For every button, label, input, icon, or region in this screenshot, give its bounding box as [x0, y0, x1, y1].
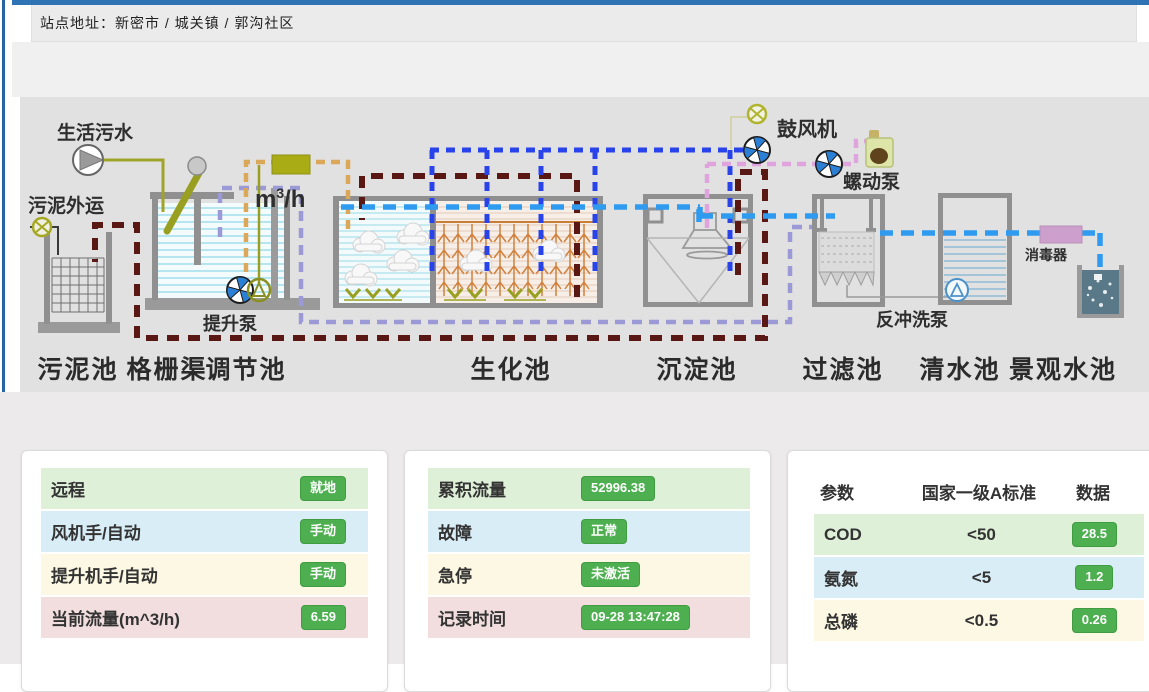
tank-label-screen: 格栅渠: [126, 355, 207, 384]
site-address-breadcrumb: 站点地址：新密市 / 城关镇 / 郭沟社区: [40, 13, 294, 33]
water-quality-card: 参数 国家一级A标准 数据 COD <50 28.5 氨氮 <5 1.2 总磷 …: [787, 450, 1149, 692]
status-table: 累积流量 52996.38 故障 正常 急停 未激活 记录时间 09-28 13…: [428, 468, 750, 640]
standard-value: <50: [908, 525, 1055, 545]
blower-fan-icon: [744, 137, 770, 163]
table-row: 风机手/自动 手动: [41, 511, 368, 554]
row-label: 累积流量: [438, 476, 581, 501]
tank-label-bio: 生化池: [470, 356, 551, 384]
quality-table: 参数 国家一级A标准 数据 COD <50 28.5 氨氮 <5 1.2 总磷 …: [814, 468, 1144, 643]
column-header: 参数: [820, 479, 905, 504]
table-row: COD <50 28.5: [814, 514, 1144, 557]
process-flow-diagram: 生活污水 污泥外运 提升泵 m3/h 鼓风机 螺动泵 反冲洗泵 消毒器 污泥池 …: [20, 97, 1149, 392]
column-header: 数据: [1053, 479, 1133, 504]
status-badge: 未激活: [581, 562, 640, 586]
flow-meter-icon: [272, 155, 310, 174]
row-label: 提升机手/自动: [51, 562, 300, 587]
param-name: 氨氮: [824, 565, 908, 590]
tank-label-regulating: 调节池: [205, 355, 286, 384]
status-badge: 就地: [300, 476, 346, 500]
bio-tank: [333, 196, 603, 308]
spacer-band: [12, 42, 1149, 97]
value-badge: 0.26: [1072, 608, 1117, 632]
disinfector-icon: [1040, 226, 1082, 243]
param-name: COD: [824, 525, 908, 545]
table-row: 记录时间 09-28 13:47:28: [428, 597, 750, 640]
param-name: 总磷: [824, 608, 908, 633]
filter-nozzles: [819, 272, 874, 285]
standard-value: <5: [908, 568, 1055, 588]
value-badge: 1.2: [1075, 565, 1113, 589]
value-badge: 52996.38: [581, 476, 655, 500]
inflow-label: 生活污水: [57, 121, 134, 144]
site-header: 站点地址：新密市 / 城关镇 / 郭沟社区: [31, 5, 1137, 42]
value-badge: 6.59: [301, 605, 346, 629]
lift-pump-label: 提升泵: [203, 313, 257, 334]
tank-label-sedimentation: 沉淀池: [656, 355, 737, 384]
row-label: 远程: [51, 476, 300, 501]
scada-dashboard: { "header": { "site_label": "站点地址：新密市 / …: [0, 0, 1149, 664]
drain-pipe: [847, 285, 952, 297]
status-badge: 正常: [581, 519, 627, 543]
table-row: 提升机手/自动 手动: [41, 554, 368, 597]
control-table: 远程 就地 风机手/自动 手动 提升机手/自动 手动 当前流量(m^3/h) 6…: [41, 468, 368, 640]
value-badge: 28.5: [1072, 522, 1117, 546]
tank-label-clean-water: 清水池: [919, 356, 1000, 384]
row-label: 故障: [438, 519, 581, 544]
table-row: 急停 未激活: [428, 554, 750, 597]
table-row: 累积流量 52996.38: [428, 468, 750, 511]
disinfector-label: 消毒器: [1025, 247, 1068, 263]
sludge-out-label: 污泥外运: [28, 194, 104, 217]
row-label: 急停: [438, 562, 581, 587]
status-badge: 手动: [300, 519, 346, 543]
backwash-pump-label: 反冲洗泵: [876, 309, 948, 330]
sludge-tank: [38, 232, 120, 333]
chemical-container-icon: [866, 130, 893, 167]
column-header: 国家一级A标准: [905, 479, 1053, 504]
table-row: 总磷 <0.5 0.26: [814, 600, 1144, 643]
backwash-pump-icon: [946, 279, 968, 301]
row-label: 风机手/自动: [51, 519, 300, 544]
table-row: 远程 就地: [41, 468, 368, 511]
table-header-row: 参数 国家一级A标准 数据: [814, 468, 1144, 514]
table-row: 氨氮 <5 1.2: [814, 557, 1144, 600]
status-panel-card: 累积流量 52996.38 故障 正常 急停 未激活 记录时间 09-28 13…: [404, 450, 771, 692]
row-label: 当前流量(m^3/h): [51, 605, 301, 630]
blower-label: 鼓风机: [777, 117, 837, 141]
tank-label-landscape: 景观水池: [1009, 356, 1117, 384]
landscape-pond: [1077, 265, 1124, 318]
row-label: 记录时间: [438, 605, 581, 630]
timestamp-badge: 09-28 13:47:28: [581, 605, 690, 629]
table-row: 故障 正常: [428, 511, 750, 554]
table-row: 当前流量(m^3/h) 6.59: [41, 597, 368, 640]
tank-label-sludge: 污泥池: [37, 356, 118, 384]
filter-tank: [812, 194, 952, 307]
standard-value: <0.5: [908, 611, 1055, 631]
tank-label-filter: 过滤池: [802, 356, 883, 384]
dosing-pump-label: 螺动泵: [843, 171, 900, 193]
control-panel-card: 远程 就地 风机手/自动 手动 提升机手/自动 手动 当前流量(m^3/h) 6…: [21, 450, 388, 692]
status-badge: 手动: [300, 562, 346, 586]
dosing-pump-fan-icon: [816, 151, 842, 177]
